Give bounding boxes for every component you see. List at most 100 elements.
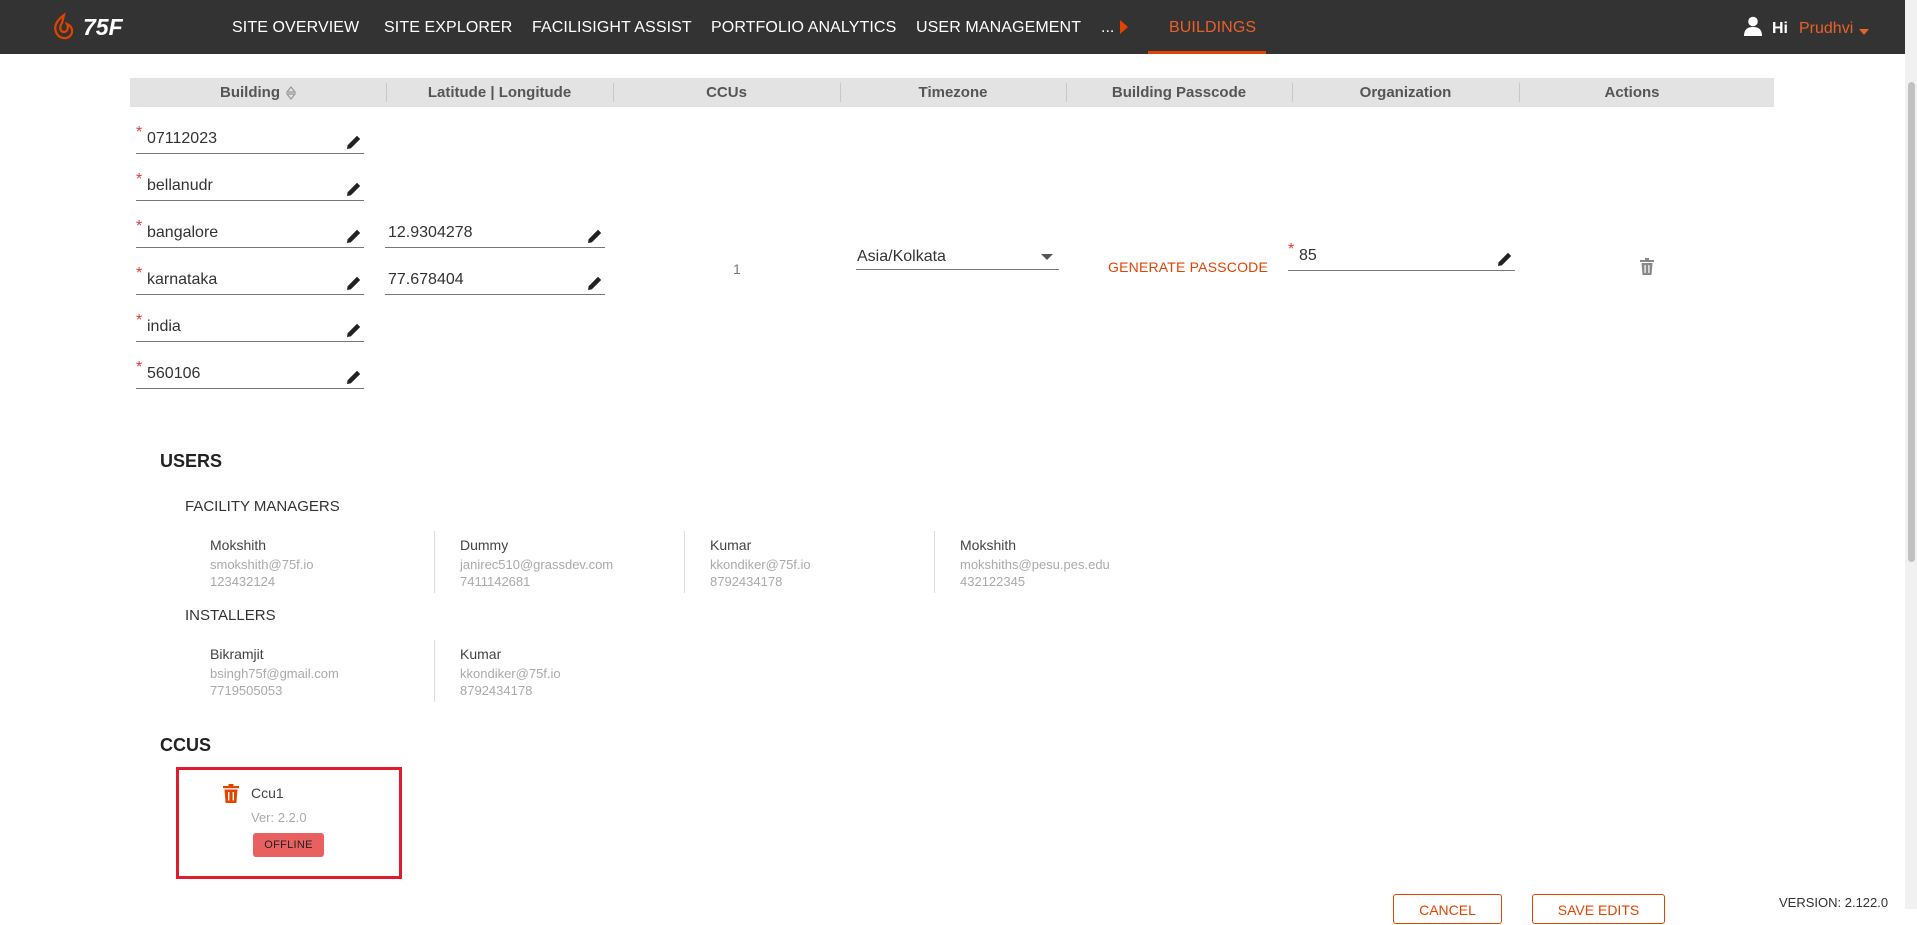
country-field[interactable]: * india: [136, 312, 364, 342]
organization-value: 85: [1299, 247, 1317, 264]
city-value: bangalore: [147, 224, 219, 241]
nav-user-management[interactable]: USER MANAGEMENT: [916, 0, 1081, 54]
delete-ccu-icon[interactable]: [223, 784, 239, 803]
address-field[interactable]: * bellanudr: [136, 171, 364, 201]
facility-manager-card: Mokshith mokshiths@pesu.pes.edu 43212234…: [960, 537, 1190, 597]
user-email: smokshith@75f.io: [210, 557, 314, 572]
facility-managers-title: FACILITY MANAGERS: [185, 498, 340, 515]
building-name-field[interactable]: * 07112023: [136, 124, 364, 154]
required-asterisk: *: [136, 265, 143, 282]
chevron-down-icon[interactable]: [1859, 29, 1869, 35]
header-building-passcode: Building Passcode: [1111, 84, 1247, 101]
timezone-value: Asia/Kolkata: [857, 248, 946, 265]
user-phone: 123432124: [210, 574, 276, 589]
user-phone: 7719505053: [210, 683, 283, 698]
installer-card: Bikramjit bsingh75f@gmail.com 7719505053: [210, 646, 440, 706]
required-asterisk: *: [1288, 241, 1295, 258]
zipcode-value: 560106: [147, 365, 201, 382]
installers-title: INSTALLERS: [185, 607, 276, 624]
header-organization: Organization: [1359, 84, 1452, 101]
username-label[interactable]: Prudhvi: [1799, 0, 1853, 58]
zipcode-field[interactable]: * 560106: [136, 359, 364, 389]
nav-site-explorer[interactable]: SITE EXPLORER: [384, 0, 512, 54]
user-name: Dummy: [460, 537, 509, 553]
app-version: VERSION: 2.122.0: [1779, 895, 1889, 910]
address-value: bellanudr: [147, 177, 213, 194]
user-phone: 7411142681: [460, 574, 531, 589]
pencil-icon[interactable]: [346, 369, 362, 385]
users-section-title: USERS: [160, 451, 223, 471]
active-tab-indicator: [1148, 51, 1266, 54]
ccus-section-title: CCUS: [160, 735, 212, 755]
sort-icon[interactable]: [286, 86, 296, 100]
user-email: mokshiths@pesu.pes.edu: [960, 557, 1110, 572]
pencil-icon[interactable]: [587, 275, 603, 291]
required-asterisk: *: [136, 171, 143, 188]
nav-portfolio-analytics[interactable]: PORTFOLIO ANALYTICS: [711, 0, 896, 54]
user-name: Mokshith: [960, 537, 1017, 553]
card-divider: [934, 531, 935, 593]
user-name: Kumar: [710, 537, 752, 553]
status-badge: OFFLINE: [253, 833, 324, 857]
nav-more-menu[interactable]: ...: [1101, 0, 1128, 54]
buildings-table-header: Building Latitude | Longitude CCUs Timez…: [130, 78, 1774, 107]
organization-field[interactable]: * 85: [1288, 241, 1515, 271]
nav-buildings[interactable]: BUILDINGS: [1169, 0, 1256, 54]
dropdown-arrow-icon: [1041, 254, 1053, 260]
triangle-right-icon: [1120, 20, 1128, 34]
nav-more-label: ...: [1101, 19, 1115, 36]
pencil-icon[interactable]: [346, 228, 362, 244]
ccu-version: Ver: 2.2.0: [251, 810, 307, 825]
user-email: kkondiker@75f.io: [710, 557, 811, 572]
card-divider: [434, 531, 435, 593]
pencil-icon[interactable]: [1497, 251, 1513, 267]
header-ccus: CCUs: [706, 84, 747, 101]
card-divider: [434, 640, 435, 702]
svg-text:75F: 75F: [83, 14, 124, 40]
pencil-icon[interactable]: [346, 134, 362, 150]
state-field[interactable]: * karnataka: [136, 265, 364, 295]
longitude-field[interactable]: 77.678404: [385, 269, 605, 295]
user-phone: 432122345: [960, 574, 1026, 589]
country-value: india: [147, 318, 181, 335]
facility-manager-card: Kumar kkondiker@75f.io 8792434178: [710, 537, 940, 597]
pencil-icon[interactable]: [346, 181, 362, 197]
user-name: Kumar: [460, 646, 502, 662]
save-edits-button[interactable]: SAVE EDITS: [1532, 894, 1665, 924]
user-email: bsingh75f@gmail.com: [210, 666, 339, 681]
nav-site-overview[interactable]: SITE OVERVIEW: [232, 0, 359, 54]
pencil-icon[interactable]: [587, 228, 603, 244]
header-building[interactable]: Building: [130, 78, 386, 107]
user-name: Mokshith: [210, 537, 267, 553]
user-email: kkondiker@75f.io: [460, 666, 561, 681]
user-phone: 8792434178: [710, 574, 783, 589]
card-divider: [684, 531, 685, 593]
required-asterisk: *: [136, 359, 143, 376]
latitude-value: 12.9304278: [388, 224, 473, 241]
user-phone: 8792434178: [460, 683, 533, 698]
installer-card: Kumar kkondiker@75f.io 8792434178: [460, 646, 690, 706]
user-name: Bikramjit: [210, 646, 264, 662]
building-name-value: 07112023: [147, 130, 217, 147]
generate-passcode-link[interactable]: GENERATE PASSCODE: [1108, 259, 1268, 275]
ccu-card: Ccu1 Ver: 2.2.0 OFFLINE: [176, 767, 402, 879]
nav-facilisight-assist[interactable]: FACILISIGHT ASSIST: [532, 0, 692, 54]
header-lat-long: Latitude | Longitude: [427, 84, 572, 101]
required-asterisk: *: [136, 218, 143, 235]
pencil-icon[interactable]: [346, 275, 362, 291]
header-actions: Actions: [1604, 84, 1660, 101]
latitude-field[interactable]: 12.9304278: [385, 222, 605, 248]
header-building-label: Building: [220, 84, 280, 101]
logo-75f[interactable]: 75F: [50, 11, 142, 43]
city-field[interactable]: * bangalore: [136, 218, 364, 248]
user-email: janirec510@grassdev.com: [460, 557, 614, 572]
required-asterisk: *: [136, 124, 143, 141]
greeting-label: Hi: [1772, 20, 1788, 37]
top-navigation-bar: 75F SITE OVERVIEW SITE EXPLORER FACILISI…: [0, 0, 1905, 54]
delete-building-icon[interactable]: [1640, 258, 1654, 275]
timezone-select[interactable]: Asia/Kolkata: [856, 246, 1059, 270]
cancel-button[interactable]: CANCEL: [1393, 894, 1502, 924]
longitude-value: 77.678404: [388, 271, 464, 288]
scrollbar-thumb[interactable]: [1908, 82, 1915, 562]
pencil-icon[interactable]: [346, 322, 362, 338]
